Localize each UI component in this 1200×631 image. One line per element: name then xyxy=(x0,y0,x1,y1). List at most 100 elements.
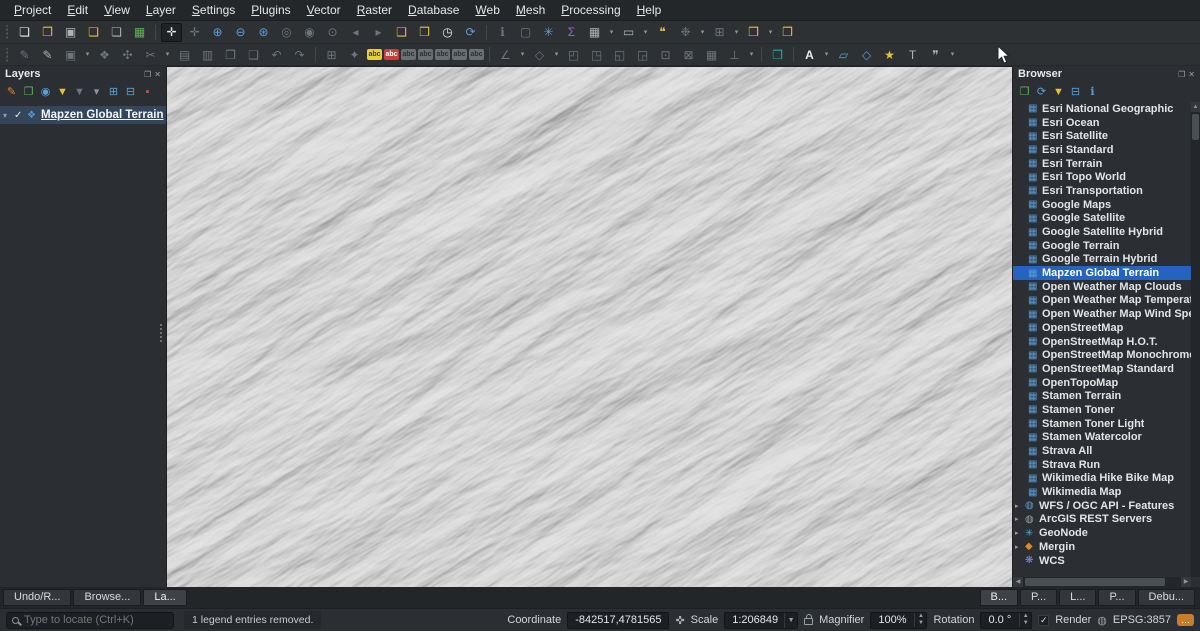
save-project-icon[interactable]: ▣ xyxy=(60,23,81,42)
form-annotation-icon[interactable]: ❞ xyxy=(925,45,946,64)
scrollbar-thumb[interactable] xyxy=(1192,114,1199,140)
scroll-left-icon[interactable]: ◀ xyxy=(1013,577,1023,587)
dock-tab[interactable]: P... xyxy=(1098,589,1135,606)
paste-features-icon[interactable]: ❑ xyxy=(243,45,264,64)
undo-icon[interactable]: ↶ xyxy=(266,45,287,64)
deselect-dropdown[interactable]: ▾ xyxy=(552,45,561,64)
menu-item[interactable]: Web xyxy=(467,1,507,19)
layer-visibility-checkbox[interactable]: ✓ xyxy=(14,110,27,121)
browser-item[interactable]: Esri Topo World xyxy=(1013,170,1191,184)
browser-item[interactable]: WCS xyxy=(1013,554,1191,568)
digitizing-dropdown[interactable]: ▾ xyxy=(83,45,92,64)
offset-point-icon[interactable]: ⊡ xyxy=(655,45,676,64)
add-selected-layers-icon[interactable]: ❒ xyxy=(1016,84,1033,100)
annotation-dropdown[interactable]: ▾ xyxy=(698,23,707,42)
new-annotation-layer-icon[interactable]: ❒ xyxy=(777,23,798,42)
zoom-native-icon[interactable]: ⊙ xyxy=(322,23,343,42)
expand-arrow-icon[interactable]: ▸ xyxy=(1015,502,1025,510)
menu-item[interactable]: Raster xyxy=(349,1,400,19)
zoom-in-icon[interactable]: ⊕ xyxy=(207,23,228,42)
browser-item[interactable]: Google Satellite Hybrid xyxy=(1013,225,1191,239)
browser-item[interactable]: Mapzen Global Terrain xyxy=(1013,266,1191,280)
remove-layer-icon[interactable]: ▪ xyxy=(139,84,156,100)
browser-item[interactable]: Google Satellite xyxy=(1013,212,1191,226)
label-toolbar-icon[interactable]: A xyxy=(799,45,820,64)
temporal-controller-icon[interactable]: ◷ xyxy=(437,23,458,42)
filter-expression-dropdown[interactable]: ▾ xyxy=(88,84,105,100)
browser-item[interactable]: Google Maps xyxy=(1013,198,1191,212)
expand-arrow-icon[interactable]: ▸ xyxy=(1015,543,1025,551)
expand-arrow-icon[interactable]: ▸ xyxy=(1015,529,1025,537)
collapse-all-icon[interactable]: ⊟ xyxy=(1067,84,1084,100)
map-themes-icon[interactable]: ❒ xyxy=(767,45,788,64)
favorites-icon[interactable]: ★ xyxy=(879,45,900,64)
browser-item[interactable]: OpenStreetMap xyxy=(1013,321,1191,335)
chevron-down-icon[interactable]: ▼ xyxy=(784,613,797,628)
open-project-icon[interactable]: ❐ xyxy=(37,23,58,42)
modify-attributes-icon[interactable]: ▤ xyxy=(174,45,195,64)
diagram-grid-icon[interactable]: ▦ xyxy=(701,45,722,64)
browser-item[interactable]: Esri Terrain xyxy=(1013,157,1191,171)
refresh-map-icon[interactable]: ⟳ xyxy=(460,23,481,42)
magnifier-spinbox[interactable]: 100% ▲▼ xyxy=(870,612,927,629)
deselect-icon[interactable]: ◇ xyxy=(529,45,550,64)
menu-item[interactable]: Database xyxy=(400,1,467,19)
manage-map-themes-icon[interactable]: ◉ xyxy=(37,84,54,100)
label-toolbar-dropdown[interactable]: ▾ xyxy=(822,45,831,64)
scroll-right-icon[interactable]: ▶ xyxy=(1181,577,1191,587)
browser-item[interactable]: Open Weather Map Temperature xyxy=(1013,294,1191,308)
rotate-label-icon[interactable]: abc xyxy=(452,49,467,60)
zoom-to-selection-icon[interactable]: ◎ xyxy=(276,23,297,42)
map-canvas[interactable] xyxy=(167,66,1012,587)
new-annotation-icon[interactable]: ❉ xyxy=(675,23,696,42)
menu-item[interactable]: Plugins xyxy=(243,1,298,19)
float-panel-icon[interactable] xyxy=(1178,70,1185,79)
browser-item[interactable]: OpenStreetMap Monochrome xyxy=(1013,348,1191,362)
layout-grid-icon[interactable]: ⊞ xyxy=(709,23,730,42)
open-layer-styling-icon[interactable]: ✎ xyxy=(3,84,20,100)
dock-tab[interactable]: Browse... xyxy=(73,589,141,606)
browser-item[interactable]: Stamen Toner Light xyxy=(1013,417,1191,431)
filter-legend-expression-icon[interactable]: ▼ xyxy=(71,84,88,100)
new-project-icon[interactable]: ❏ xyxy=(14,23,35,42)
lock-scale-icon[interactable] xyxy=(804,618,813,625)
move-diagram-icon[interactable]: ◰ xyxy=(563,45,584,64)
browser-item[interactable]: Esri Satellite xyxy=(1013,129,1191,143)
dock-tab[interactable]: La... xyxy=(143,589,186,606)
close-panel-icon[interactable] xyxy=(154,70,161,79)
edit-tool-alt-icon[interactable]: ◲ xyxy=(632,45,653,64)
browser-item[interactable]: Stamen Toner xyxy=(1013,403,1191,417)
menu-item[interactable]: Help xyxy=(629,1,670,19)
render-checkbox[interactable]: ✓ xyxy=(1038,615,1049,626)
layer-item-mapzen-global-terrain[interactable]: ▾ ✓ Mapzen Global Terrain xyxy=(0,106,166,124)
spin-up-icon[interactable]: ▲ xyxy=(915,613,926,620)
node-annotation-icon[interactable]: ◇ xyxy=(856,45,877,64)
select-dropdown[interactable]: ▾ xyxy=(518,45,527,64)
spin-arrows[interactable]: ▲▼ xyxy=(1019,613,1031,627)
browser-item[interactable]: Open Weather Map Clouds xyxy=(1013,280,1191,294)
browser-item[interactable]: ▸ WFS / OGC API - Features xyxy=(1013,499,1191,513)
measure-icon[interactable]: ▭ xyxy=(618,23,639,42)
current-edits-icon[interactable]: ✎ xyxy=(14,45,35,64)
coordinate-field[interactable]: -842517,4781565 xyxy=(567,612,669,629)
move-feature-icon[interactable]: ✣ xyxy=(117,45,138,64)
save-project-as-icon[interactable]: ❏ xyxy=(83,23,104,42)
zoom-to-layer-icon[interactable]: ◉ xyxy=(299,23,320,42)
browser-item[interactable]: Google Terrain xyxy=(1013,239,1191,253)
scrollbar-thumb[interactable] xyxy=(1025,578,1165,586)
text-annotation-icon[interactable]: T xyxy=(902,45,923,64)
messages-icon[interactable]: … xyxy=(1177,614,1194,626)
crs-status[interactable]: EPSG:3857 xyxy=(1113,614,1171,626)
pan-to-selection-icon[interactable]: ✛ xyxy=(184,23,205,42)
float-panel-icon[interactable] xyxy=(144,70,151,79)
browser-item[interactable]: Strava Run xyxy=(1013,458,1191,472)
close-panel-icon[interactable] xyxy=(1188,70,1195,79)
browser-item[interactable]: ▸ Mergin xyxy=(1013,540,1191,554)
filter-legend-icon[interactable]: ▼ xyxy=(54,84,71,100)
properties-widget-icon[interactable]: ℹ xyxy=(1084,84,1101,100)
browser-item[interactable]: OpenStreetMap H.O.T. xyxy=(1013,335,1191,349)
select-features-icon[interactable]: ▢ xyxy=(515,23,536,42)
browser-item[interactable]: ▸ ArcGIS REST Servers xyxy=(1013,513,1191,527)
toggle-editing-icon[interactable]: ✎ xyxy=(37,45,58,64)
change-label-properties-icon[interactable]: abc xyxy=(469,49,484,60)
